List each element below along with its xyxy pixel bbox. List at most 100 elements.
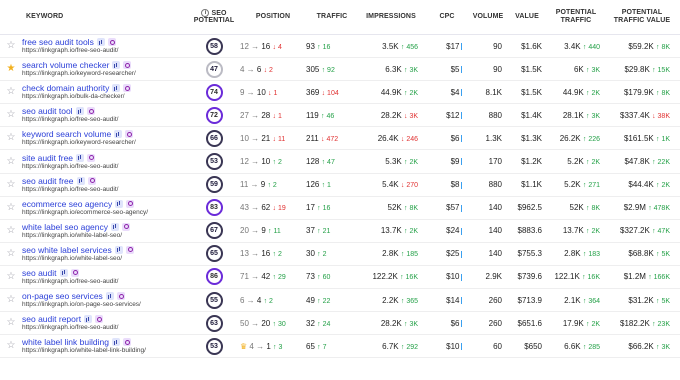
star-icon[interactable]: ☆ <box>7 340 16 351</box>
search-icon[interactable] <box>86 107 95 116</box>
position-from: 43 <box>240 203 249 213</box>
header-potential-traffic[interactable]: POTENTIAL TRAFFIC <box>548 9 604 25</box>
star-icon[interactable]: ☆ <box>7 109 16 120</box>
header-keyword[interactable]: KEYWORD <box>22 13 188 21</box>
position-cell: 71 → 42 ↑ 29 <box>240 272 306 281</box>
position-change-value: 11 <box>277 135 286 143</box>
potential-traffic-cell: 6K ↑ 3K <box>548 65 604 74</box>
keyword-link[interactable]: search volume checker <box>22 60 109 70</box>
impressions-change: ↑ 456 <box>401 44 418 51</box>
chart-icon[interactable] <box>84 315 93 324</box>
star-icon[interactable]: ☆ <box>7 132 16 143</box>
keyword-link[interactable]: on-page seo services <box>22 291 103 301</box>
position-to: 16 <box>261 249 271 259</box>
chart-icon[interactable] <box>112 84 121 93</box>
chart-icon[interactable] <box>59 268 68 277</box>
position-from: 50 <box>240 318 249 328</box>
chart-icon[interactable] <box>75 107 84 116</box>
arrow-right-icon: → <box>248 133 262 143</box>
star-icon[interactable]: ☆ <box>7 202 16 213</box>
arrow-up-icon: ↑ <box>400 43 405 51</box>
keyword-link[interactable]: seo audit free <box>22 176 74 186</box>
search-icon[interactable] <box>122 338 131 347</box>
impressions-change: ↓ 3K <box>404 113 418 120</box>
keyword-link[interactable]: seo audit <box>22 268 57 278</box>
star-icon[interactable]: ☆ <box>7 225 16 236</box>
cpc-bar-icon <box>460 89 462 97</box>
position-change: ↓ 1 <box>273 113 282 120</box>
chart-icon[interactable] <box>111 222 120 231</box>
arrow-up-icon: ↑ <box>321 112 325 120</box>
cpc-cell: $10 <box>424 272 470 281</box>
keyword-link[interactable]: free seo audit tools <box>22 37 94 47</box>
search-icon[interactable] <box>123 61 132 70</box>
keyword-link[interactable]: check domain authority <box>22 83 109 93</box>
chart-icon[interactable] <box>96 38 105 47</box>
keyword-link[interactable]: seo audit report <box>22 314 81 324</box>
keyword-link[interactable]: seo white label services <box>22 245 112 255</box>
search-icon[interactable] <box>116 292 125 301</box>
impressions-cell: 26.4K ↓ 246 <box>358 134 424 143</box>
header-value[interactable]: VALUE <box>506 13 548 21</box>
potential-traffic-value-amount: $337.4K <box>620 110 650 120</box>
keyword-link[interactable]: ecommerce seo agency <box>22 199 112 209</box>
star-icon[interactable]: ☆ <box>7 179 16 190</box>
arrow-up-icon: ↑ <box>655 251 660 259</box>
header-position[interactable]: POSITION <box>240 13 306 21</box>
header-traffic[interactable]: TRAFFIC <box>306 13 358 21</box>
potential-traffic-change: ↑ 183 <box>583 251 600 258</box>
star-icon[interactable]: ☆ <box>7 271 16 282</box>
star-icon[interactable]: ☆ <box>7 86 16 97</box>
search-icon[interactable] <box>107 38 116 47</box>
traffic-cell: 119 ↑ 46 <box>306 111 358 120</box>
keyword-cell: white label link building https://linkgra… <box>22 337 188 355</box>
arrow-down-icon: ↓ <box>272 135 277 143</box>
star-icon[interactable]: ☆ <box>7 294 16 305</box>
search-icon[interactable] <box>70 268 79 277</box>
header-impressions[interactable]: IMPRESSIONS <box>358 13 424 21</box>
star-icon[interactable]: ☆ <box>7 317 16 328</box>
search-icon[interactable] <box>95 315 104 324</box>
header-potential-traffic-value[interactable]: POTENTIAL TRAFFIC VALUE <box>604 9 680 25</box>
chart-icon[interactable] <box>76 153 85 162</box>
search-icon[interactable] <box>125 130 134 139</box>
potential-traffic-value-change-value: 5K <box>661 297 670 305</box>
table-row: ★ search volume checker https://linkgraph.… <box>0 58 680 82</box>
traffic-change: ↑ 60 <box>317 274 330 281</box>
search-icon[interactable] <box>87 176 96 185</box>
keyword-link[interactable]: site audit free <box>22 153 73 163</box>
chart-icon[interactable] <box>114 130 123 139</box>
star-icon[interactable]: ☆ <box>7 156 16 167</box>
impressions-change-value: 270 <box>406 182 418 190</box>
header-cpc[interactable]: CPC <box>424 13 470 21</box>
chart-icon[interactable] <box>112 61 121 70</box>
volume-cell: 140 <box>488 249 502 259</box>
star-icon[interactable]: ☆ <box>7 248 16 259</box>
keyword-link[interactable]: white label link building <box>22 337 109 347</box>
keyword-link[interactable]: seo audit tool <box>22 106 73 116</box>
search-icon[interactable] <box>123 84 132 93</box>
keyword-link[interactable]: white label seo agency <box>22 222 108 232</box>
star-icon[interactable]: ☆ <box>7 40 16 51</box>
impressions-change: ↑ 3K <box>404 67 418 74</box>
chart-icon[interactable] <box>114 245 123 254</box>
seo-score-ring: 47 <box>205 60 223 78</box>
chart-icon[interactable] <box>111 338 120 347</box>
search-icon[interactable] <box>125 245 134 254</box>
search-icon[interactable] <box>122 222 131 231</box>
traffic-value: 119 <box>306 110 319 120</box>
search-icon[interactable] <box>126 199 135 208</box>
keyword-link[interactable]: keyword search volume <box>22 129 111 139</box>
potential-traffic-value-change: ↑ 2K <box>656 182 670 189</box>
position-change-value: 4 <box>277 43 282 51</box>
position-change-value: 3 <box>278 343 283 351</box>
header-seo-potential[interactable]: i SEO POTENTIAL <box>188 8 240 26</box>
chart-icon[interactable] <box>115 199 124 208</box>
chart-icon[interactable] <box>105 292 114 301</box>
search-icon[interactable] <box>87 153 96 162</box>
potential-traffic-value-change: ↓ 38K <box>652 113 670 120</box>
header-volume[interactable]: VOLUME <box>470 13 506 21</box>
star-filled-icon[interactable]: ★ <box>7 63 16 74</box>
arrow-up-icon: ↑ <box>317 251 321 259</box>
chart-icon[interactable] <box>76 176 85 185</box>
